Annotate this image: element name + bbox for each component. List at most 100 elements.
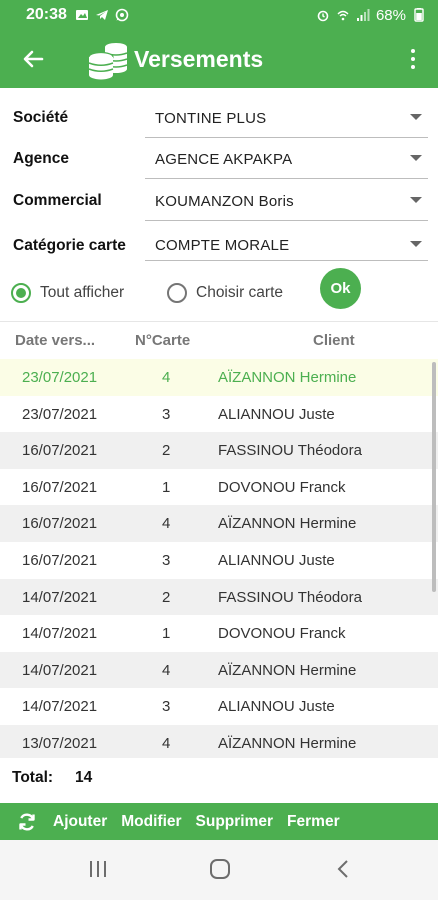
back-nav-icon[interactable] xyxy=(334,858,352,880)
battery-icon xyxy=(414,8,424,22)
societe-label: Société xyxy=(13,109,69,126)
row-date: 16/07/2021 xyxy=(22,551,98,569)
row-client: AÏZANNON Hermine xyxy=(218,734,357,752)
header-date[interactable]: Date vers... xyxy=(15,332,95,349)
row-card-number: 1 xyxy=(162,625,171,643)
societe-value: TONTINE PLUS xyxy=(155,110,267,127)
row-date: 23/07/2021 xyxy=(22,369,98,386)
commercial-row: Commercial KOUMANZON Boris xyxy=(0,181,438,223)
row-date: 14/07/2021 xyxy=(22,588,98,606)
table-row[interactable]: 13/07/2021 4 AÏZANNON Hermine xyxy=(0,724,438,758)
table-row[interactable]: 16/07/2021 2 FASSINOU Théodora xyxy=(0,432,438,469)
societe-select[interactable]: TONTINE PLUS xyxy=(145,98,428,138)
radio-show-all-label: Tout afficher xyxy=(40,284,125,301)
header-client[interactable]: Client xyxy=(313,332,355,349)
telegram-icon xyxy=(95,10,108,20)
row-card-number: 2 xyxy=(162,588,171,606)
coins-icon xyxy=(88,43,128,80)
commercial-value: KOUMANZON Boris xyxy=(155,193,294,210)
radio-choose-card[interactable]: Choisir carte xyxy=(167,283,283,303)
refresh-icon[interactable] xyxy=(17,812,37,832)
dropdown-arrow-icon xyxy=(410,241,422,247)
table-row[interactable]: 14/07/2021 3 ALIANNOU Juste xyxy=(0,688,438,725)
system-nav-bar xyxy=(0,840,438,900)
agence-row: Agence AGENCE AKPAKPA xyxy=(0,139,438,181)
scrollbar[interactable] xyxy=(432,362,436,592)
table-row[interactable]: 14/07/2021 1 DOVONOU Franck xyxy=(0,615,438,652)
agence-value: AGENCE AKPAKPA xyxy=(155,151,293,168)
bottom-toolbar: Ajouter Modifier Supprimer Fermer xyxy=(0,803,438,840)
edit-button[interactable]: Modifier xyxy=(121,813,181,831)
row-card-number: 4 xyxy=(162,515,171,533)
back-arrow-icon xyxy=(23,50,44,68)
table-row[interactable]: 16/07/2021 4 AÏZANNON Hermine xyxy=(0,505,438,542)
table-header: Date vers... N°Carte Client xyxy=(0,322,438,359)
row-card-number: 1 xyxy=(162,478,171,496)
row-client: ALIANNOU Juste xyxy=(218,551,335,569)
row-client: ALIANNOU Juste xyxy=(218,698,335,716)
row-client: ALIANNOU Juste xyxy=(218,405,335,423)
more-vert-icon[interactable] xyxy=(388,30,438,88)
dropdown-arrow-icon xyxy=(410,114,422,120)
battery-percent: 68% xyxy=(375,6,406,24)
signal-icon xyxy=(356,9,370,21)
dropdown-arrow-icon xyxy=(410,155,422,161)
delete-button[interactable]: Supprimer xyxy=(196,813,274,831)
table-row[interactable]: 14/07/2021 2 FASSINOU Théodora xyxy=(0,578,438,616)
categorie-select[interactable]: COMPTE MORALE xyxy=(145,225,428,261)
table-row[interactable]: 23/07/2021 3 ALIANNOU Juste xyxy=(0,396,438,433)
table-row[interactable]: 23/07/2021 4 AÏZANNON Hermine xyxy=(0,359,438,396)
header-num[interactable]: N°Carte xyxy=(135,332,190,349)
dropdown-arrow-icon xyxy=(410,197,422,203)
row-client: DOVONOU Franck xyxy=(218,478,346,496)
page-title: Versements xyxy=(134,45,264,72)
status-bar: 20:38 68% xyxy=(0,0,438,30)
agence-select[interactable]: AGENCE AKPAKPA xyxy=(145,139,428,179)
table-row[interactable]: 16/07/2021 3 ALIANNOU Juste xyxy=(0,542,438,579)
row-date: 14/07/2021 xyxy=(22,698,98,716)
agence-label: Agence xyxy=(13,150,69,167)
whatsapp-icon xyxy=(115,8,129,22)
row-date: 16/07/2021 xyxy=(22,442,98,460)
radio-unchecked-icon xyxy=(167,283,187,303)
filter-row: Tout afficher Choisir carte Ok xyxy=(0,268,438,316)
status-time: 20:38 xyxy=(26,6,67,23)
radio-checked-icon xyxy=(11,283,31,303)
categorie-label: Catégorie carte xyxy=(13,237,126,254)
row-date: 16/07/2021 xyxy=(22,515,98,533)
row-client: FASSINOU Théodora xyxy=(218,588,362,606)
ok-button[interactable]: Ok xyxy=(320,268,361,309)
close-button[interactable]: Fermer xyxy=(287,813,340,831)
home-icon[interactable] xyxy=(208,858,232,880)
wifi-calling-icon xyxy=(337,10,349,21)
row-client: AÏZANNON Hermine xyxy=(218,369,357,386)
table-row[interactable]: 16/07/2021 1 DOVONOU Franck xyxy=(0,469,438,506)
categorie-value: COMPTE MORALE xyxy=(155,237,290,254)
table-body: 23/07/2021 4 AÏZANNON Hermine 23/07/2021 3 AL… xyxy=(0,359,438,758)
total: Total: 14 xyxy=(12,769,92,787)
row-date: 14/07/2021 xyxy=(22,625,98,643)
row-card-number: 4 xyxy=(162,369,171,386)
row-client: FASSINOU Théodora xyxy=(218,442,362,460)
row-date: 13/07/2021 xyxy=(22,734,98,752)
row-card-number: 3 xyxy=(162,405,171,423)
recent-apps-icon[interactable] xyxy=(87,858,109,880)
back-button[interactable] xyxy=(0,30,66,88)
row-card-number: 3 xyxy=(162,551,171,569)
row-date: 16/07/2021 xyxy=(22,478,98,496)
total-value: 14 xyxy=(75,769,93,786)
row-card-number: 4 xyxy=(162,661,171,679)
row-card-number: 3 xyxy=(162,698,171,716)
row-date: 14/07/2021 xyxy=(22,661,98,679)
commercial-label: Commercial xyxy=(13,192,102,209)
app-bar: Versements xyxy=(0,30,438,88)
row-card-number: 2 xyxy=(162,442,171,460)
row-client: AÏZANNON Hermine xyxy=(218,515,357,533)
commercial-select[interactable]: KOUMANZON Boris xyxy=(145,181,428,221)
categorie-row: Catégorie carte COMPTE MORALE xyxy=(0,225,438,267)
table-row[interactable]: 14/07/2021 4 AÏZANNON Hermine xyxy=(0,651,438,689)
alarm-icon xyxy=(317,10,329,22)
row-date: 23/07/2021 xyxy=(22,405,98,423)
add-button[interactable]: Ajouter xyxy=(53,813,107,831)
radio-show-all[interactable]: Tout afficher xyxy=(11,283,124,303)
